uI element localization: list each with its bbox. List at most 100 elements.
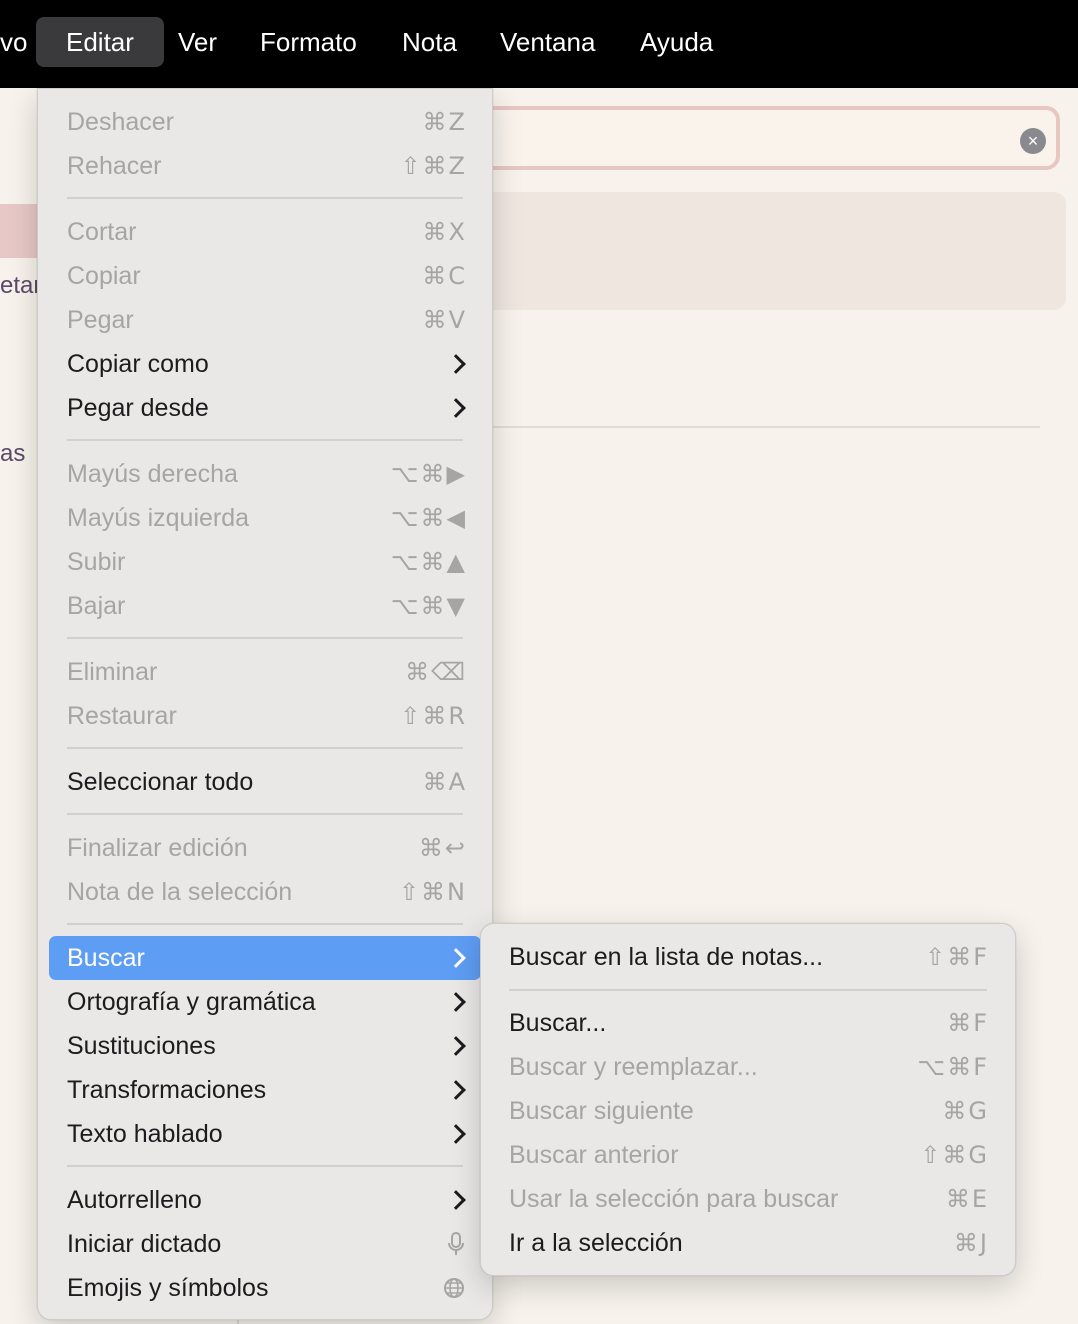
menu-item-label: Seleccionar todo	[67, 768, 254, 796]
shortcut: ⇧⌘N	[398, 878, 467, 906]
shortcut: ⌥⌘▲	[390, 548, 467, 576]
shortcut: ⌥⌘F	[917, 1053, 989, 1081]
shortcut: ⌥⌘▶	[390, 460, 467, 488]
menu-item-label: Autorrelleno	[67, 1186, 202, 1214]
note-card[interactable]	[470, 192, 1066, 310]
menu-item-shift-right[interactable]: Mayús derecha ⌥⌘▶	[49, 452, 481, 496]
chevron-right-icon	[446, 398, 466, 418]
menu-ver[interactable]: Ver	[178, 17, 217, 67]
chevron-right-icon	[446, 992, 466, 1012]
menu-item-find[interactable]: Buscar	[49, 936, 481, 980]
menu-separator	[67, 813, 463, 815]
menu-item-find-in-notes-list[interactable]: Buscar en la lista de notas... ⇧⌘F	[493, 935, 1003, 979]
find-submenu: Buscar en la lista de notas... ⇧⌘F Busca…	[480, 923, 1016, 1276]
shortcut: ⌘A	[422, 768, 467, 796]
sidebar-label[interactable]: as	[0, 440, 25, 468]
menu-item-paste-from[interactable]: Pegar desde	[49, 386, 481, 430]
menu-item-find-replace[interactable]: Buscar y reemplazar... ⌥⌘F	[493, 1045, 1003, 1089]
menu-item-redo[interactable]: Rehacer ⇧⌘Z	[49, 144, 481, 188]
menu-item-cut[interactable]: Cortar ⌘X	[49, 210, 481, 254]
menu-item-label: Ortografía y gramática	[67, 988, 316, 1016]
shortcut: ⌘J	[953, 1229, 989, 1257]
menu-item-label: Eliminar	[67, 658, 158, 686]
menu-ventana[interactable]: Ventana	[500, 17, 595, 67]
menu-item-move-up[interactable]: Subir ⌥⌘▲	[49, 540, 481, 584]
menu-item-label: Usar la selección para buscar	[509, 1185, 839, 1213]
menu-separator	[67, 439, 463, 441]
menu-item-note-from-selection[interactable]: Nota de la selección ⇧⌘N	[49, 870, 481, 914]
menu-item-label: Finalizar edición	[67, 834, 248, 862]
menu-item-label: Copiar	[67, 262, 141, 290]
menu-item-spelling-grammar[interactable]: Ortografía y gramática	[49, 980, 481, 1024]
shortcut: ⌘G	[942, 1097, 989, 1125]
menu-item-speech[interactable]: Texto hablado	[49, 1112, 481, 1156]
menu-item-start-dictation[interactable]: Iniciar dictado	[49, 1222, 481, 1266]
chevron-right-icon	[446, 1080, 466, 1100]
menu-formato[interactable]: Formato	[260, 17, 357, 67]
menu-item-label: Buscar y reemplazar...	[509, 1053, 758, 1081]
menu-item-label: Iniciar dictado	[67, 1230, 222, 1258]
menu-archivo[interactable]: vo	[0, 17, 27, 67]
menu-separator	[67, 637, 463, 639]
menu-item-find-previous[interactable]: Buscar anterior ⇧⌘G	[493, 1133, 1003, 1177]
menu-item-delete[interactable]: Eliminar ⌘⌫	[49, 650, 481, 694]
shortcut: ⇧⌘Z	[400, 152, 467, 180]
menu-editar[interactable]: Editar	[36, 17, 164, 67]
menu-item-copy[interactable]: Copiar ⌘C	[49, 254, 481, 298]
menu-item-label: Buscar en la lista de notas...	[509, 943, 824, 971]
menu-separator	[67, 923, 463, 925]
clear-search-icon[interactable]: ×	[1020, 128, 1046, 154]
menu-item-jump-to-selection[interactable]: Ir a la selección ⌘J	[493, 1221, 1003, 1265]
menu-item-label: Transformaciones	[67, 1076, 267, 1104]
menu-ayuda[interactable]: Ayuda	[640, 17, 713, 67]
menu-item-undo[interactable]: Deshacer ⌘Z	[49, 100, 481, 144]
menu-item-restore[interactable]: Restaurar ⇧⌘R	[49, 694, 481, 738]
menu-item-label: Bajar	[67, 592, 126, 620]
divider	[470, 426, 1040, 428]
menu-item-label: Texto hablado	[67, 1120, 223, 1148]
sidebar-label[interactable]: etar	[0, 272, 41, 300]
globe-icon	[443, 1266, 465, 1310]
menu-item-label: Buscar	[67, 944, 145, 972]
menu-item-copy-as[interactable]: Copiar como	[49, 342, 481, 386]
microphone-icon	[447, 1222, 465, 1266]
menu-item-label: Cortar	[67, 218, 137, 246]
shortcut: ⇧⌘R	[400, 702, 467, 730]
shortcut: ⌘E	[945, 1185, 989, 1213]
menu-item-label: Pegar	[67, 306, 134, 334]
shortcut: ⌘↩	[418, 834, 467, 862]
shortcut: ⌘V	[422, 306, 467, 334]
menu-item-label: Subir	[67, 548, 126, 576]
shortcut: ⇧⌘G	[920, 1141, 989, 1169]
menu-item-move-down[interactable]: Bajar ⌥⌘▼	[49, 584, 481, 628]
menu-separator	[67, 747, 463, 749]
shortcut: ⌥⌘▼	[390, 592, 467, 620]
menu-item-substitutions[interactable]: Sustituciones	[49, 1024, 481, 1068]
menu-item-transformations[interactable]: Transformaciones	[49, 1068, 481, 1112]
menu-item-find-ellipsis[interactable]: Buscar... ⌘F	[493, 1001, 1003, 1045]
menu-item-shift-left[interactable]: Mayús izquierda ⌥⌘◀	[49, 496, 481, 540]
chevron-right-icon	[446, 1124, 466, 1144]
menu-separator	[67, 1165, 463, 1167]
menu-item-label: Emojis y símbolos	[67, 1274, 269, 1302]
menu-item-label: Pegar desde	[67, 394, 209, 422]
chevron-right-icon	[446, 1190, 466, 1210]
menu-nota[interactable]: Nota	[402, 17, 457, 67]
menu-item-autofill[interactable]: Autorrelleno	[49, 1178, 481, 1222]
shortcut: ⇧⌘F	[925, 943, 989, 971]
menu-separator	[509, 989, 987, 991]
menu-item-use-selection-for-find[interactable]: Usar la selección para buscar ⌘E	[493, 1177, 1003, 1221]
menu-item-label: Buscar...	[509, 1009, 607, 1037]
shortcut: ⌘Z	[422, 108, 467, 136]
sidebar-selected-item[interactable]	[0, 204, 40, 258]
menu-item-end-editing[interactable]: Finalizar edición ⌘↩	[49, 826, 481, 870]
shortcut: ⌘⌫	[405, 658, 467, 686]
menu-item-paste[interactable]: Pegar ⌘V	[49, 298, 481, 342]
search-field[interactable]	[470, 106, 1060, 170]
menu-item-select-all[interactable]: Seleccionar todo ⌘A	[49, 760, 481, 804]
shortcut: ⌘F	[947, 1009, 989, 1037]
menu-item-emoji-symbols[interactable]: Emojis y símbolos	[49, 1266, 481, 1310]
menu-item-label: Rehacer	[67, 152, 162, 180]
chevron-right-icon	[446, 1036, 466, 1056]
menu-item-find-next[interactable]: Buscar siguiente ⌘G	[493, 1089, 1003, 1133]
